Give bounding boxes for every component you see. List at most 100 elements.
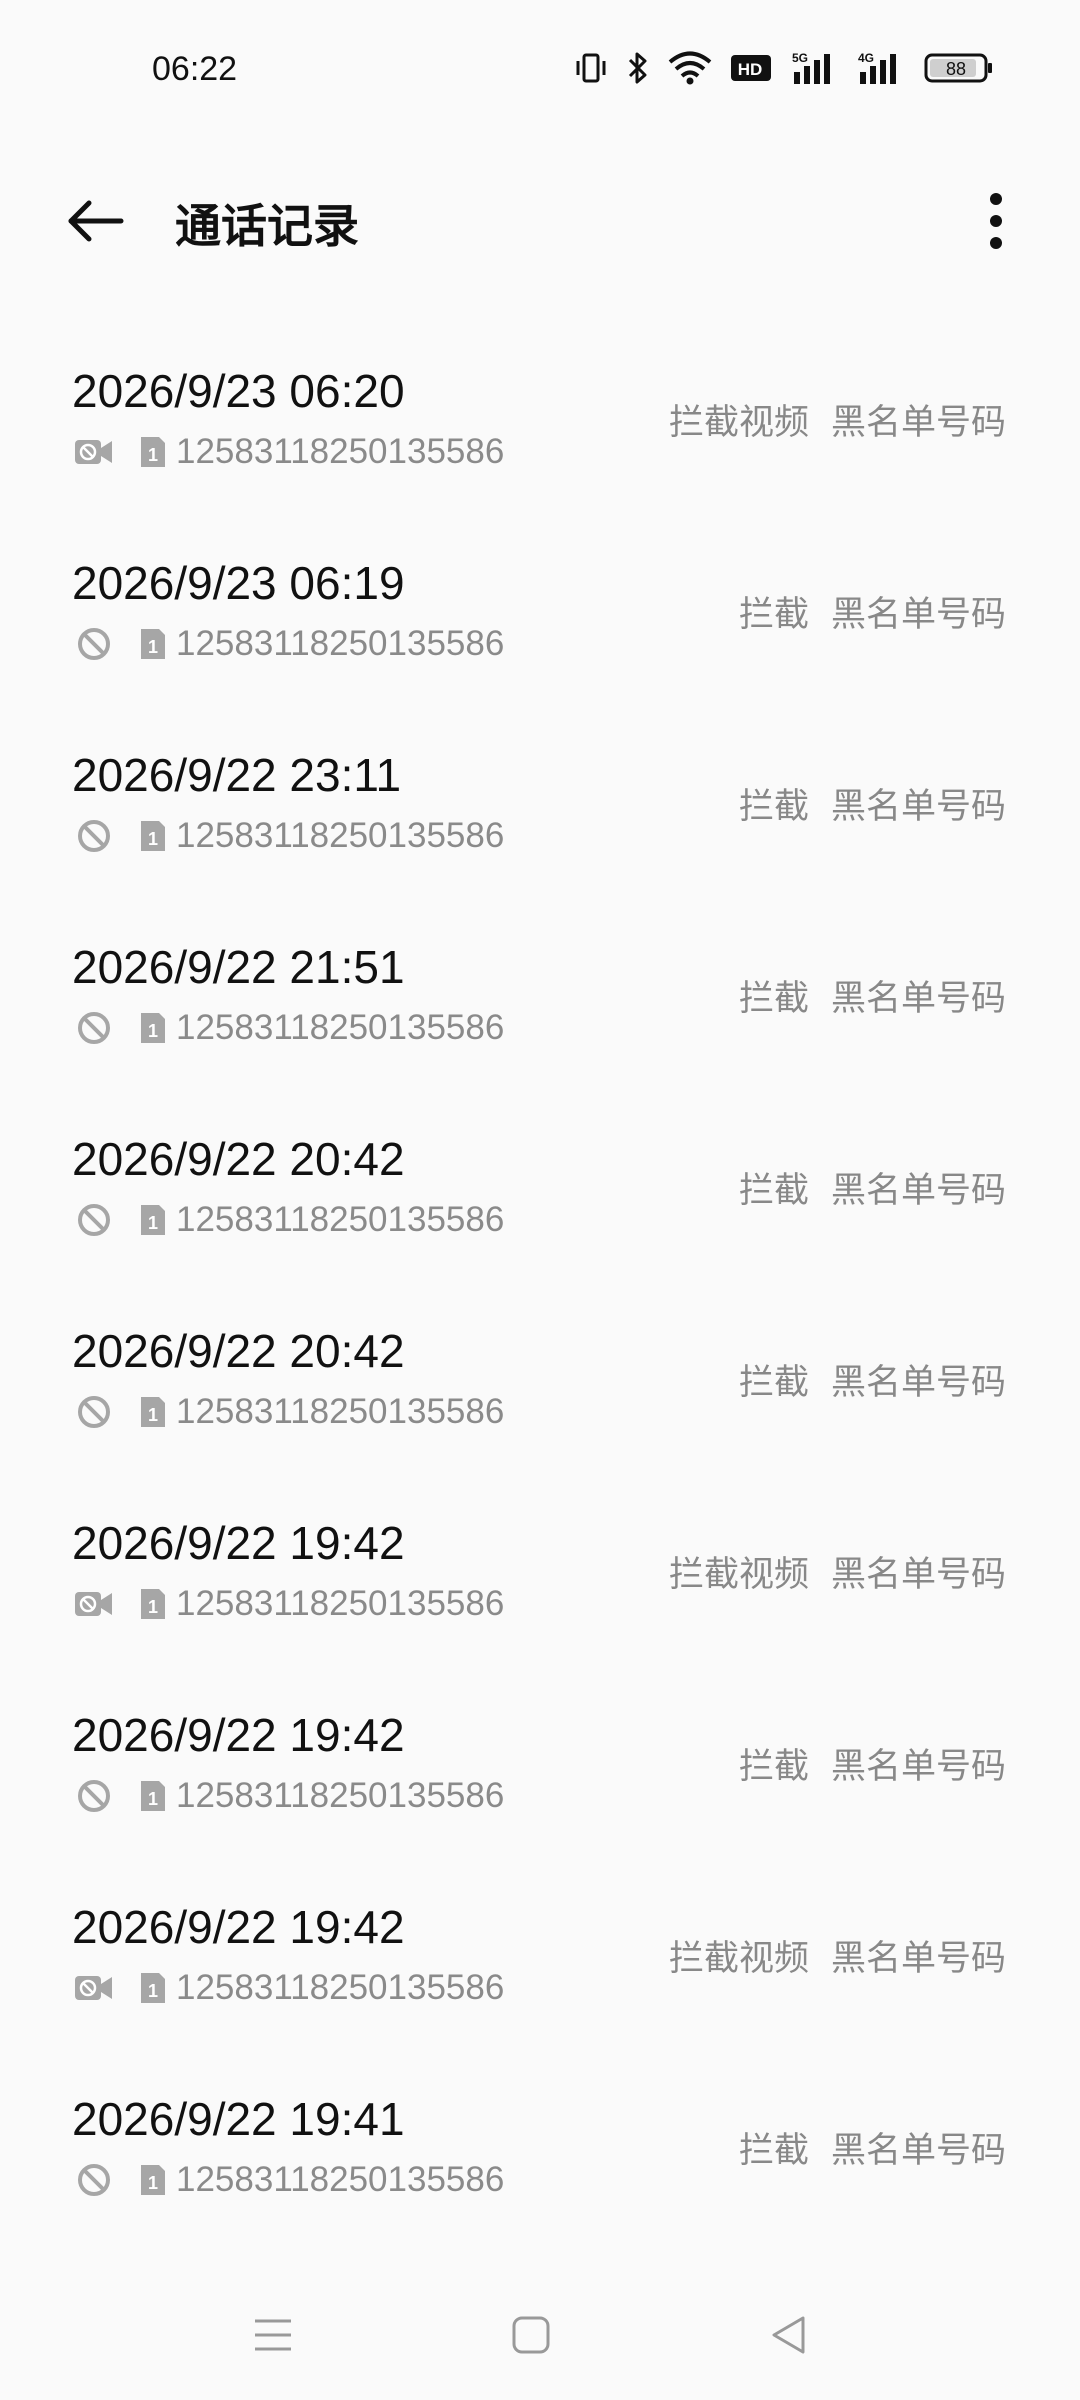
sim1-icon: 1 — [138, 818, 168, 854]
more-vert-icon — [990, 193, 1002, 249]
call-detail: 1 12583118250135586 — [72, 2158, 504, 2202]
blacklist-label: 黑名单号码 — [830, 1171, 1006, 1211]
blocked-icon — [72, 1390, 116, 1434]
call-log-row[interactable]: 2026/9/22 21:51 1 12583118250135586 拦截 黑… — [0, 906, 1080, 1098]
call-type-label: 拦截 — [738, 1363, 809, 1403]
call-time: 2026/9/22 21:51 — [72, 941, 405, 993]
call-log-list: 2026/9/23 06:20 1 12583118250135586 拦截视频… — [0, 330, 1080, 2250]
svg-text:1: 1 — [148, 1405, 158, 1425]
sim1-icon: 1 — [138, 1202, 168, 1238]
net2-label: 4G — [858, 51, 874, 65]
signal-4g-icon: 4G — [858, 50, 906, 86]
hd-label: HD — [738, 60, 763, 79]
page-title: 通话记录 — [175, 199, 359, 253]
call-log-row[interactable]: 2026/9/22 19:42 1 12583118250135586 拦截视频… — [0, 1482, 1080, 1674]
call-detail: 1 12583118250135586 — [72, 1582, 504, 1626]
call-type-label: 拦截视频 — [668, 403, 809, 443]
call-log-row[interactable]: 2026/9/22 19:41 1 12583118250135586 拦截 黑… — [0, 2058, 1080, 2250]
call-number: 12583118250135586 — [176, 816, 505, 855]
call-type-label: 拦截 — [738, 2131, 809, 2171]
home-icon — [512, 2316, 550, 2354]
sim1-icon: 1 — [138, 1970, 168, 2006]
sim1-icon: 1 — [138, 1010, 168, 1046]
battery-level: 88 — [946, 59, 966, 79]
call-log-row[interactable]: 2026/9/22 20:42 1 12583118250135586 拦截 黑… — [0, 1290, 1080, 1482]
sim1-icon: 1 — [138, 2162, 168, 2198]
back-triangle-icon — [772, 2316, 805, 2354]
blocked-icon — [72, 814, 116, 858]
svg-text:1: 1 — [148, 1213, 158, 1233]
call-log-row[interactable]: 2026/9/22 23:11 1 12583118250135586 拦截 黑… — [0, 714, 1080, 906]
recent-apps-button[interactable] — [238, 2300, 308, 2370]
sim1-icon: 1 — [138, 1778, 168, 1814]
video-blocked-icon — [72, 1966, 116, 2010]
blacklist-label: 黑名单号码 — [830, 1555, 1006, 1595]
call-log-row[interactable]: 2026/9/22 19:42 1 12583118250135586 拦截 黑… — [0, 1674, 1080, 1866]
blocked-icon — [72, 622, 116, 666]
sim1-icon: 1 — [138, 1394, 168, 1430]
call-number: 12583118250135586 — [176, 1584, 505, 1623]
call-log-row[interactable]: 2026/9/23 06:20 1 12583118250135586 拦截视频… — [0, 330, 1080, 522]
call-log-row[interactable]: 2026/9/23 06:19 1 12583118250135586 拦截 黑… — [0, 522, 1080, 714]
call-number: 12583118250135586 — [176, 1200, 505, 1239]
call-number: 12583118250135586 — [176, 1392, 505, 1431]
blacklist-label: 黑名单号码 — [830, 1939, 1006, 1979]
battery-icon: 88 — [924, 51, 994, 85]
call-tags: 拦截视频 黑名单号码 — [669, 1546, 1006, 1597]
call-log-row[interactable]: 2026/9/22 20:42 1 12583118250135586 拦截 黑… — [0, 1098, 1080, 1290]
svg-text:1: 1 — [148, 1789, 158, 1809]
call-time: 2026/9/23 06:20 — [72, 365, 405, 417]
call-tags: 拦截 黑名单号码 — [739, 1354, 1006, 1405]
blocked-icon — [72, 1198, 116, 1242]
call-detail: 1 12583118250135586 — [72, 1774, 504, 1818]
call-tags: 拦截视频 黑名单号码 — [669, 394, 1006, 445]
net1-label: 5G — [792, 51, 808, 65]
navigation-bar — [0, 2290, 1080, 2380]
blacklist-label: 黑名单号码 — [830, 787, 1006, 827]
back-button[interactable] — [60, 186, 130, 256]
call-type-label: 拦截 — [738, 1747, 809, 1787]
svg-text:1: 1 — [148, 1597, 158, 1617]
more-options-button[interactable] — [974, 186, 1018, 256]
call-time: 2026/9/23 06:19 — [72, 557, 405, 609]
call-detail: 1 12583118250135586 — [72, 430, 504, 474]
menu-icon — [255, 2319, 291, 2351]
call-detail: 1 12583118250135586 — [72, 1198, 504, 1242]
call-time: 2026/9/22 20:42 — [72, 1325, 405, 1377]
home-button[interactable] — [496, 2300, 566, 2370]
svg-text:1: 1 — [148, 1021, 158, 1041]
bluetooth-icon — [626, 50, 650, 86]
hd-icon: HD — [730, 52, 774, 84]
call-number: 12583118250135586 — [176, 1776, 505, 1815]
call-log-row[interactable]: 2026/9/22 19:42 1 12583118250135586 拦截视频… — [0, 1866, 1080, 2058]
call-type-label: 拦截视频 — [668, 1939, 809, 1979]
call-detail: 1 12583118250135586 — [72, 1006, 504, 1050]
status-bar: 06:22 HD 5G 4G 88 — [0, 0, 1080, 140]
video-blocked-icon — [72, 430, 116, 474]
call-type-label: 拦截 — [738, 1171, 809, 1211]
call-detail: 1 12583118250135586 — [72, 1966, 504, 2010]
wifi-icon — [668, 51, 712, 85]
svg-text:1: 1 — [148, 2173, 158, 2193]
call-tags: 拦截 黑名单号码 — [739, 586, 1006, 637]
call-number: 12583118250135586 — [176, 624, 505, 663]
blacklist-label: 黑名单号码 — [830, 1747, 1006, 1787]
call-time: 2026/9/22 19:42 — [72, 1517, 405, 1569]
call-time: 2026/9/22 19:42 — [72, 1901, 405, 1953]
blacklist-label: 黑名单号码 — [830, 979, 1006, 1019]
call-time: 2026/9/22 19:42 — [72, 1709, 405, 1761]
blacklist-label: 黑名单号码 — [830, 595, 1006, 635]
blocked-icon — [72, 2158, 116, 2202]
video-blocked-icon — [72, 1582, 116, 1626]
call-type-label: 拦截视频 — [668, 1555, 809, 1595]
signal-5g-icon: 5G — [792, 50, 840, 86]
call-time: 2026/9/22 19:41 — [72, 2093, 405, 2145]
blacklist-label: 黑名单号码 — [830, 2131, 1006, 2171]
blocked-icon — [72, 1774, 116, 1818]
call-detail: 1 12583118250135586 — [72, 814, 504, 858]
title-bar: 通话记录 — [0, 170, 1080, 270]
nav-back-button[interactable] — [754, 2300, 824, 2370]
call-tags: 拦截 黑名单号码 — [739, 1738, 1006, 1789]
sim1-icon: 1 — [138, 434, 168, 470]
call-type-label: 拦截 — [738, 595, 809, 635]
